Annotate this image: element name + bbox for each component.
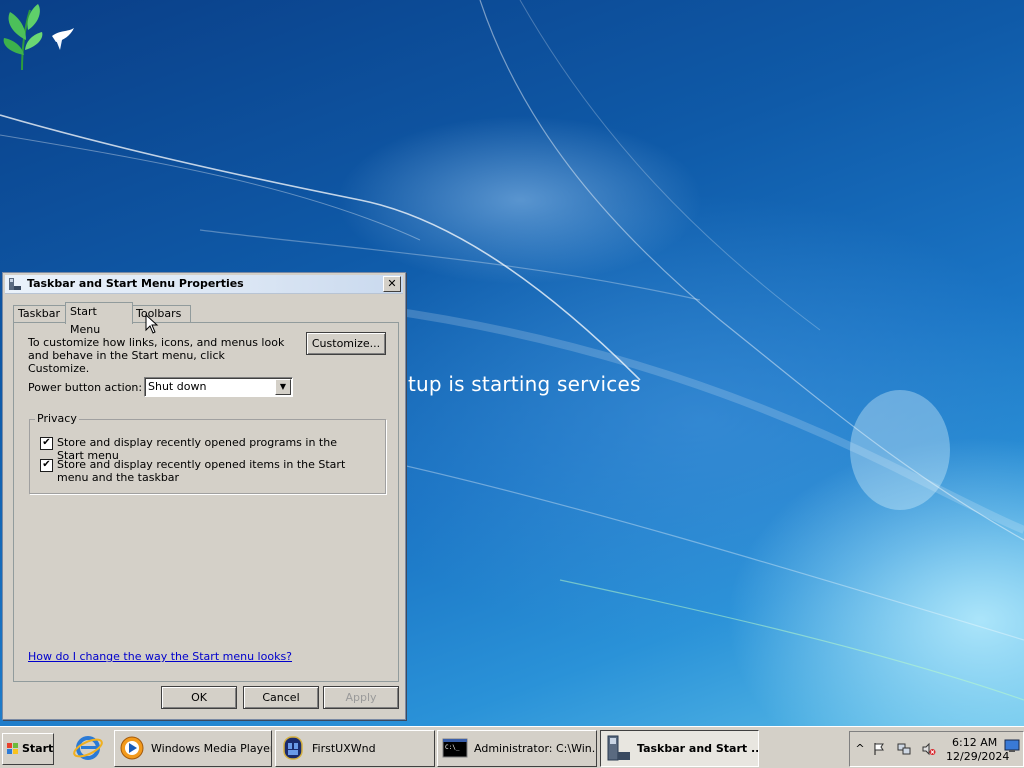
task-firstuxwnd[interactable]: FirstUXWnd (275, 730, 435, 767)
windows-logo-icon (7, 743, 18, 754)
task-windows-media-player[interactable]: Windows Media Player (114, 730, 272, 767)
taskbar-properties-dialog: Taskbar and Start Menu Properties ✕ Task… (2, 272, 406, 720)
notification-area: ^ 6:12 AM 12/29/2024 (849, 731, 1024, 767)
clock-date[interactable]: 12/29/2024 (946, 750, 1009, 763)
internet-explorer-icon[interactable] (72, 733, 104, 763)
recent-items-label[interactable]: Store and display recently opened items … (57, 458, 367, 484)
recent-items-checkbox[interactable]: ✔ (40, 459, 53, 472)
dialog-titlebar[interactable]: Taskbar and Start Menu Properties ✕ (5, 275, 403, 294)
media-player-icon (120, 736, 144, 760)
power-button-select[interactable]: Shut down ▼ (144, 377, 293, 397)
close-button[interactable]: ✕ (383, 276, 401, 292)
privacy-groupbox: Privacy ✔ Store and display recently ope… (29, 412, 386, 494)
start-label: Start (22, 742, 54, 755)
task-label: Windows Media Player (151, 742, 272, 755)
start-button[interactable]: Start (2, 733, 54, 765)
power-button-value: Shut down (148, 380, 207, 393)
task-command-prompt[interactable]: C:\_ Administrator: C:\Win... (437, 730, 597, 767)
taskbar: Start Windows Media Player FirstUXWnd C:… (0, 726, 1024, 768)
taskbar-properties-icon (607, 735, 630, 761)
show-desktop-icon[interactable] (1004, 739, 1020, 753)
customize-description: To customize how links, icons, and menus… (28, 336, 285, 375)
network-icon[interactable] (897, 742, 911, 756)
mouse-cursor-icon (145, 314, 159, 334)
task-label: Administrator: C:\Win... (474, 742, 597, 755)
dialog-title: Taskbar and Start Menu Properties (27, 277, 244, 290)
taskbar-properties-icon (9, 278, 21, 290)
tab-taskbar[interactable]: Taskbar (13, 305, 69, 323)
volume-muted-icon[interactable] (922, 742, 936, 756)
windows-plant-logo-icon (3, 4, 74, 71)
start-menu-tab-panel: To customize how links, icons, and menus… (13, 322, 399, 682)
privacy-legend: Privacy (35, 412, 79, 425)
start-menu-help-link[interactable]: How do I change the way the Start menu l… (28, 650, 292, 663)
task-label: FirstUXWnd (312, 742, 376, 755)
show-hidden-icons-button[interactable]: ^ (853, 742, 867, 756)
action-center-flag-icon[interactable] (872, 742, 886, 756)
cancel-button[interactable]: Cancel (243, 686, 319, 709)
tab-start-menu[interactable]: Start Menu (65, 302, 133, 336)
setup-status-text: tup is starting services (408, 372, 641, 396)
dropdown-arrow-icon[interactable]: ▼ (275, 379, 291, 395)
svg-text:C:\_: C:\_ (445, 744, 460, 751)
ok-button[interactable]: OK (161, 686, 237, 709)
customize-button[interactable]: Customize... (306, 332, 386, 355)
apply-button[interactable]: Apply (323, 686, 399, 709)
close-icon: ✕ (387, 277, 397, 290)
firstux-icon (283, 736, 303, 760)
power-button-label: Power button action: (28, 381, 143, 394)
tab-toolbars[interactable]: Toolbars (131, 305, 191, 323)
command-prompt-icon: C:\_ (442, 738, 468, 758)
task-label: Taskbar and Start ... (637, 742, 759, 755)
recent-programs-checkbox[interactable]: ✔ (40, 437, 53, 450)
clock-time[interactable]: 6:12 AM (952, 736, 997, 749)
task-taskbar-properties[interactable]: Taskbar and Start ... (600, 730, 759, 767)
